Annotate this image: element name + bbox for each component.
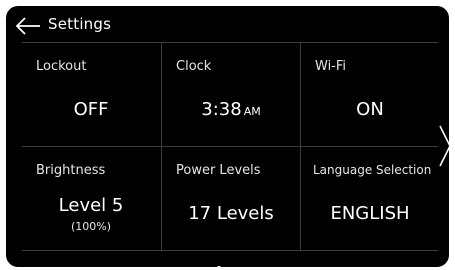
tile-label: Wi-Fi [315, 59, 347, 74]
tile-brightness[interactable]: Brightness Level 5 (100%) [22, 147, 160, 249]
tile-clock[interactable]: Clock 3:38 AM [162, 43, 300, 145]
screen: Settings Lockout OFF Clock 3:38 AM Wi-Fi … [0, 0, 455, 270]
header-bar: Settings [6, 6, 449, 42]
back-button[interactable] [14, 16, 42, 36]
tile-language-selection[interactable]: Language Selection ENGLISH [301, 147, 439, 249]
tile-subvalue: (100%) [70, 220, 112, 233]
clock-ampm: AM [243, 105, 261, 118]
page-dot-active[interactable] [215, 265, 222, 267]
page-title: Settings [48, 15, 112, 33]
grid-divider [22, 250, 438, 251]
settings-grid: Lockout OFF Clock 3:38 AM Wi-Fi ON Bright… [22, 43, 438, 251]
arrow-left-icon [15, 17, 40, 35]
tile-value: ENGLISH [330, 203, 410, 224]
tile-label: Language Selection [313, 163, 432, 177]
tile-label: Power Levels [176, 163, 261, 178]
tile-label: Clock [176, 59, 212, 74]
page-indicator [6, 258, 449, 267]
settings-panel: Settings Lockout OFF Clock 3:38 AM Wi-Fi … [6, 6, 449, 267]
tile-power-levels[interactable]: Power Levels 17 Levels [162, 147, 300, 249]
tile-wifi[interactable]: Wi-Fi ON [301, 43, 439, 145]
chevron-right-icon [439, 125, 449, 167]
tile-value: OFF [73, 99, 109, 120]
page-dot-inactive[interactable] [235, 266, 240, 267]
tile-value: ON [356, 99, 384, 120]
tile-value: Level 5 [58, 195, 124, 216]
tile-value: 3:38 AM [201, 99, 261, 120]
tile-label: Lockout [36, 59, 87, 74]
tile-label: Brightness [36, 163, 106, 178]
next-page-button[interactable] [438, 124, 449, 168]
tile-value: 17 Levels [188, 203, 274, 224]
tile-lockout[interactable]: Lockout OFF [22, 43, 160, 145]
